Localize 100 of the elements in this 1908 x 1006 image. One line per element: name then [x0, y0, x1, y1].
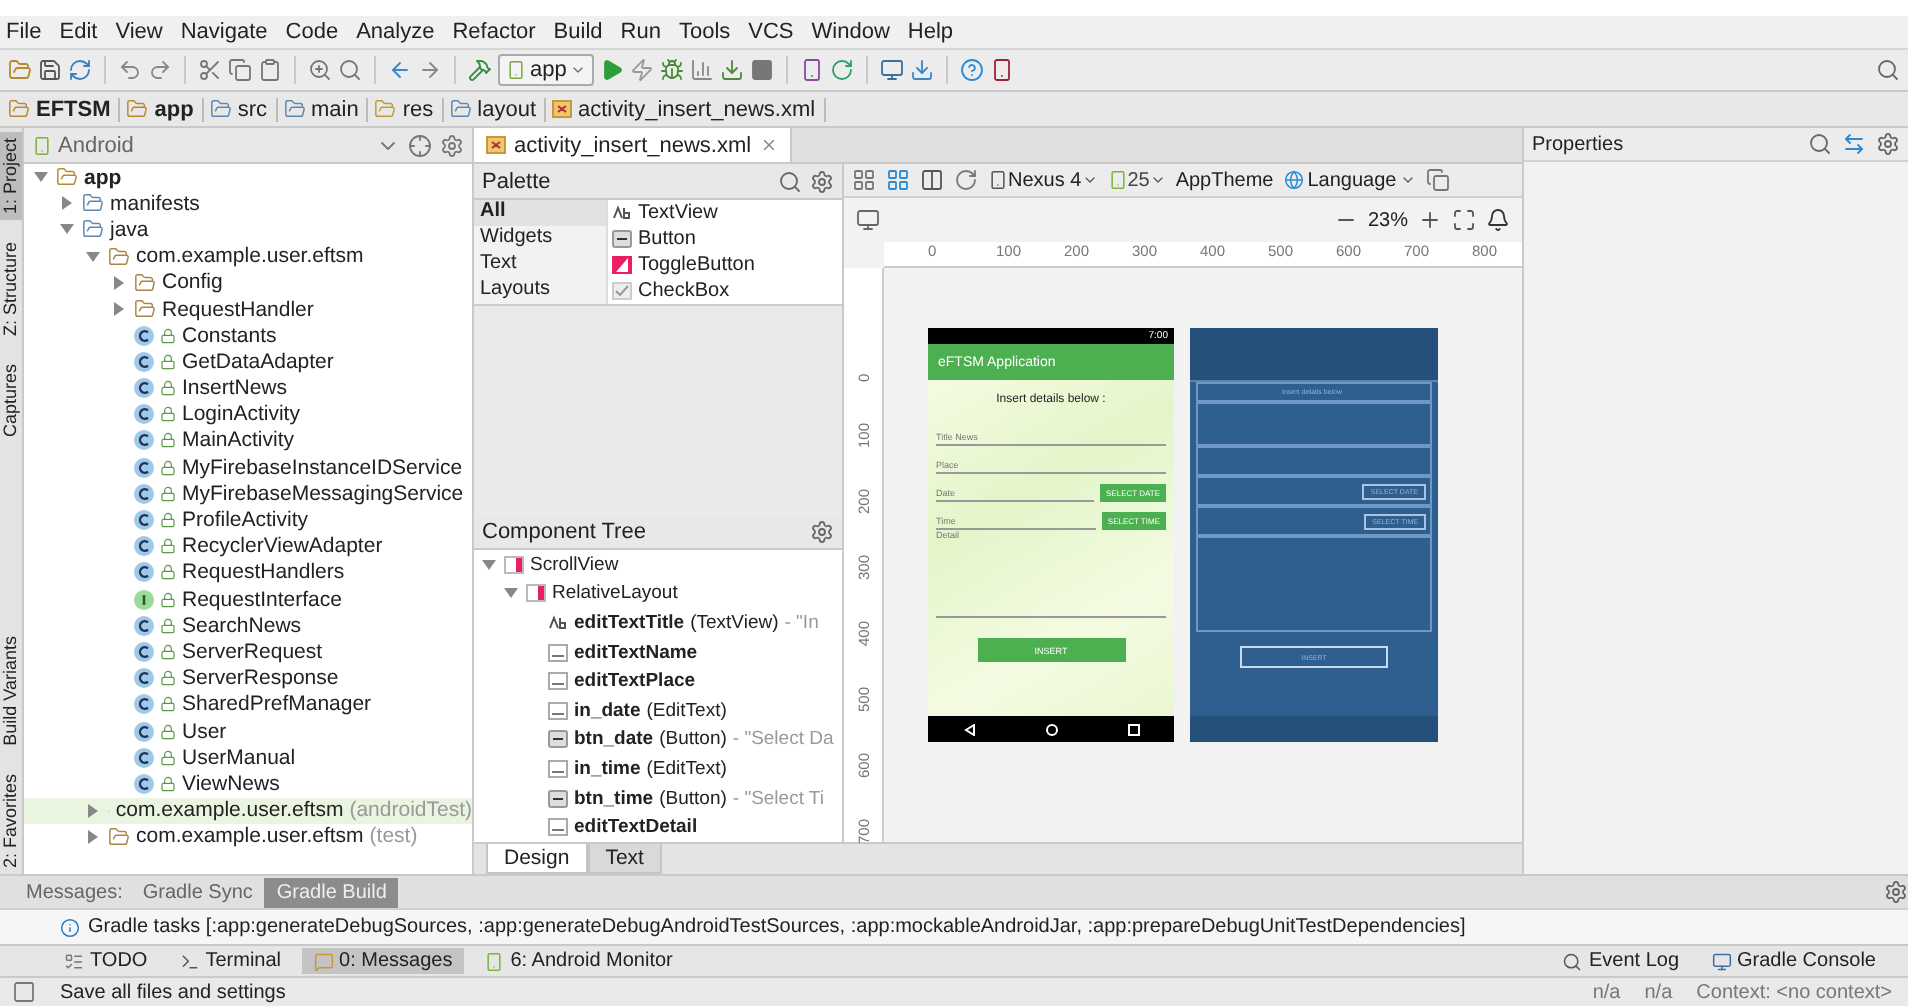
run-icon[interactable] — [600, 58, 625, 82]
component-item[interactable]: editTextTitle (TextView) - "In — [474, 608, 842, 638]
settings-icon[interactable] — [810, 520, 834, 544]
search-icon[interactable] — [1876, 58, 1900, 82]
sync-icon[interactable] — [68, 58, 92, 82]
stop-icon[interactable] — [750, 58, 775, 82]
menu-item[interactable]: Tools — [678, 20, 731, 44]
collapse-arrow-icon[interactable] — [34, 170, 48, 185]
tool-window-tab[interactable]: 1: Project — [0, 132, 22, 221]
tree-item[interactable]: User — [24, 717, 472, 745]
tree-item[interactable]: java — [24, 216, 472, 244]
editor-mode-tab[interactable]: Text — [587, 844, 662, 874]
breadcrumb[interactable]: res — [374, 97, 444, 121]
debug-icon[interactable] — [660, 58, 685, 82]
tree-item[interactable]: ServerRequest — [24, 638, 472, 666]
collapse-arrow-icon[interactable] — [86, 249, 100, 264]
close-icon[interactable] — [759, 136, 778, 154]
component-item[interactable]: editTextName — [474, 637, 842, 667]
save-icon[interactable] — [38, 58, 62, 82]
tree-item[interactable]: app — [24, 164, 472, 191]
expand-arrow-icon[interactable] — [86, 803, 100, 818]
tree-item[interactable]: SearchNews — [24, 612, 472, 639]
tree-item[interactable]: RequestInterface — [24, 586, 472, 613]
component-item[interactable]: editTextDetail — [474, 812, 842, 842]
component-item[interactable]: RelativeLayout — [474, 579, 842, 609]
zoom-icon[interactable] — [308, 58, 332, 82]
swap-icon[interactable] — [1842, 132, 1866, 156]
api-dropdown[interactable]: 25 — [1107, 169, 1166, 191]
tree-item[interactable]: RequestHandler — [24, 295, 472, 323]
device-icon[interactable] — [990, 58, 1015, 82]
menu-item[interactable]: View — [115, 20, 163, 44]
breadcrumb[interactable]: app — [126, 97, 204, 121]
tree-item[interactable]: Constants — [24, 322, 472, 349]
component-item[interactable]: in_date (EditText) — [474, 695, 842, 726]
menu-item[interactable]: Window — [811, 20, 890, 44]
tool-window-tab[interactable]: Terminal — [167, 948, 294, 974]
tree-item[interactable]: GetDataAdapter — [24, 348, 472, 375]
component-item[interactable]: in_time (EditText) — [474, 754, 842, 784]
menu-item[interactable]: Navigate — [180, 20, 268, 44]
tree-item[interactable]: ProfileActivity — [24, 506, 472, 534]
undo-icon[interactable] — [118, 58, 142, 82]
blueprint-view-icon[interactable] — [886, 168, 910, 192]
panel-toggle-icon[interactable] — [12, 980, 36, 1004]
language-dropdown[interactable]: Language — [1283, 169, 1417, 191]
menu-item[interactable]: Help — [907, 20, 954, 44]
layout-variants-icon[interactable] — [1426, 168, 1451, 192]
tree-item[interactable]: ServerResponse — [24, 665, 472, 692]
design-view-icon[interactable] — [852, 168, 876, 192]
redo-icon[interactable] — [148, 58, 172, 82]
tree-item[interactable]: MainActivity — [24, 427, 472, 455]
tool-window-tab[interactable]: 6: Android Monitor — [472, 948, 685, 974]
attach-icon[interactable] — [720, 58, 745, 82]
download-icon[interactable] — [910, 58, 935, 82]
lightning-icon[interactable] — [630, 58, 655, 82]
menu-item[interactable]: Build — [553, 20, 603, 44]
collapse-arrow-icon[interactable] — [504, 586, 518, 601]
cut-icon[interactable] — [198, 58, 222, 82]
tree-item[interactable]: com.example.user.eftsm — [24, 243, 472, 270]
tool-window-tab[interactable]: 0: Messages — [301, 948, 465, 974]
tree-item[interactable]: com.example.user.eftsm (test) — [24, 823, 472, 850]
search-icon[interactable] — [338, 58, 362, 82]
palette-category[interactable]: Layouts — [474, 278, 606, 304]
palette-item[interactable]: CheckBox — [608, 278, 842, 304]
search-icon[interactable] — [778, 169, 802, 193]
settings-icon[interactable] — [440, 133, 464, 157]
expand-arrow-icon[interactable] — [86, 829, 100, 844]
tree-item[interactable]: com.example.user.eftsm (androidTest) — [24, 797, 472, 824]
bell-icon[interactable] — [1486, 208, 1510, 232]
rotate-icon[interactable] — [954, 168, 978, 192]
sync-icon[interactable] — [830, 58, 855, 82]
search-icon[interactable] — [1808, 132, 1832, 156]
zoom-in-icon[interactable] — [1418, 208, 1442, 232]
tree-item[interactable]: ViewNews — [24, 770, 472, 797]
chart-icon[interactable] — [690, 58, 715, 82]
back-icon[interactable] — [388, 58, 412, 82]
expand-arrow-icon[interactable] — [60, 196, 74, 211]
tree-item[interactable]: SharedPrefManager — [24, 691, 472, 718]
tool-window-tab[interactable]: Gradle Console — [1699, 948, 1888, 974]
paste-icon[interactable] — [258, 58, 282, 82]
help-icon[interactable] — [960, 58, 985, 82]
menu-item[interactable]: Analyze — [356, 20, 435, 44]
menu-item[interactable]: Edit — [59, 20, 98, 44]
theme-dropdown[interactable]: AppTheme — [1175, 169, 1274, 191]
component-item[interactable]: btn_time (Button) - "Select Ti — [474, 783, 842, 813]
fit-icon[interactable] — [1452, 208, 1476, 232]
settings-icon[interactable] — [810, 169, 834, 193]
component-item[interactable]: btn_date (Button) - "Select Da — [474, 725, 842, 755]
tree-item[interactable]: InsertNews — [24, 375, 472, 402]
messages-tab[interactable]: Gradle Sync — [130, 877, 265, 907]
menu-item[interactable]: Run — [620, 20, 661, 44]
sdk-icon[interactable] — [880, 58, 905, 82]
editor-tab[interactable]: activity_insert_news.xml — [474, 128, 792, 162]
screen-icon[interactable] — [856, 208, 880, 232]
menu-item[interactable]: VCS — [748, 20, 794, 44]
breadcrumb[interactable]: src — [209, 97, 278, 121]
breadcrumb[interactable]: EFTSM — [8, 97, 121, 121]
tree-item[interactable]: Config — [24, 269, 472, 296]
palette-category[interactable]: Widgets — [474, 226, 606, 252]
menu-item[interactable]: Refactor — [452, 20, 536, 44]
run-config-dropdown[interactable]: app — [498, 54, 595, 86]
